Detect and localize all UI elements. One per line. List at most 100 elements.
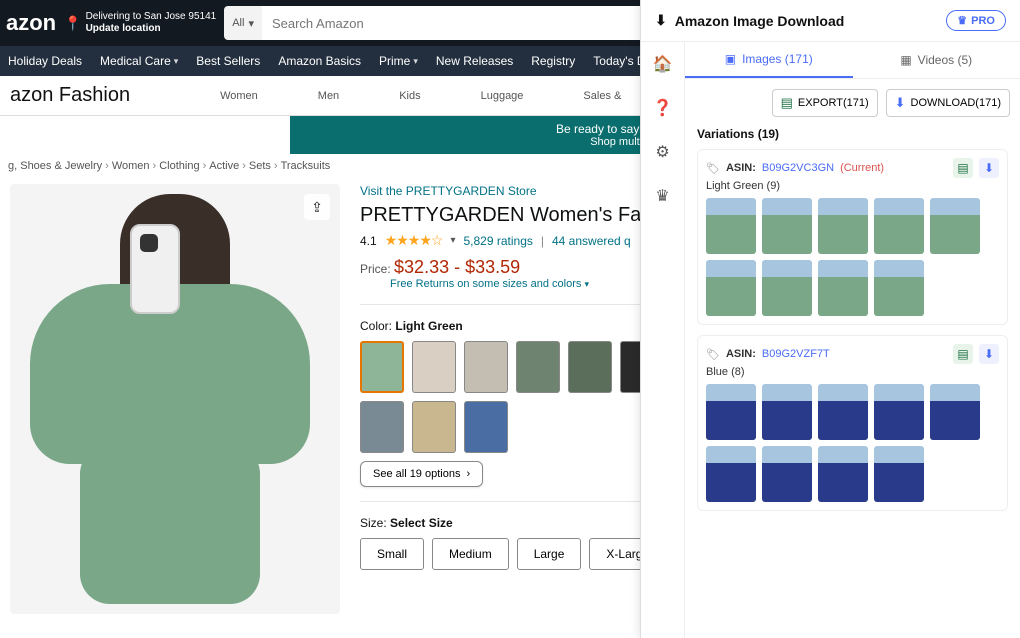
subnav-item[interactable]: Amazon Basics bbox=[278, 54, 361, 68]
search-category-dropdown[interactable]: All▾ bbox=[224, 6, 262, 40]
size-label: Size: bbox=[360, 516, 387, 530]
subnav-item[interactable]: Holiday Deals bbox=[8, 54, 82, 68]
product-main-image[interactable] bbox=[10, 184, 340, 614]
variation-thumbnail[interactable] bbox=[930, 198, 980, 254]
color-label: Color: bbox=[360, 319, 392, 333]
variation-thumbnail[interactable] bbox=[706, 260, 756, 316]
variation-thumbnail[interactable] bbox=[874, 384, 924, 440]
variation-thumbnail[interactable] bbox=[874, 260, 924, 316]
variation-thumbnail[interactable] bbox=[818, 446, 868, 502]
color-swatch[interactable] bbox=[360, 401, 404, 453]
tab-videos[interactable]: ▦ Videos (5) bbox=[853, 42, 1020, 78]
variation-thumbnail[interactable] bbox=[818, 384, 868, 440]
breadcrumb-link[interactable]: Tracksuits bbox=[281, 160, 331, 172]
color-swatch[interactable] bbox=[516, 341, 560, 393]
breadcrumb-link[interactable]: Women bbox=[112, 160, 150, 172]
color-swatch[interactable] bbox=[412, 341, 456, 393]
help-icon[interactable]: ❓ bbox=[653, 98, 673, 118]
image-icon: ▣ bbox=[725, 52, 736, 66]
color-swatch[interactable] bbox=[464, 401, 508, 453]
asin-value[interactable]: B09G2VC3GN bbox=[762, 162, 834, 174]
variation-thumbnail[interactable] bbox=[874, 198, 924, 254]
size-button[interactable]: Small bbox=[360, 538, 424, 570]
share-icon[interactable]: ⇪ bbox=[304, 194, 330, 220]
variation-thumbnail[interactable] bbox=[706, 446, 756, 502]
extension-sidebar: 🏠 ❓ ⚙ ♛ bbox=[641, 42, 685, 638]
tab-images[interactable]: ▣ Images (171) bbox=[685, 42, 853, 78]
variation-thumbnail[interactable] bbox=[930, 384, 980, 440]
deliver-line2: Update location bbox=[86, 23, 217, 35]
size-button[interactable]: Large bbox=[517, 538, 582, 570]
fashion-title: azon Fashion bbox=[10, 84, 130, 107]
breadcrumb-link[interactable]: Active bbox=[209, 160, 239, 172]
extension-title: ⬇ Amazon Image Download bbox=[655, 12, 844, 29]
pro-button[interactable]: ♛PRO bbox=[946, 10, 1006, 31]
color-swatch[interactable] bbox=[568, 341, 612, 393]
download-icon: ⬇ bbox=[655, 12, 667, 29]
excel-icon[interactable]: ▤ bbox=[953, 344, 973, 364]
home-icon[interactable]: 🏠 bbox=[653, 54, 673, 74]
breadcrumb-link[interactable]: g, Shoes & Jewelry bbox=[8, 160, 102, 172]
size-button[interactable]: Medium bbox=[432, 538, 509, 570]
fashion-category[interactable]: Luggage bbox=[481, 90, 524, 102]
tag-icon: 🏷 bbox=[706, 348, 720, 361]
chevron-down-icon: ▾ bbox=[413, 56, 418, 67]
variation-thumbnail[interactable] bbox=[762, 198, 812, 254]
export-button[interactable]: ▤EXPORT(171) bbox=[772, 89, 878, 117]
variation-thumbnail[interactable] bbox=[706, 198, 756, 254]
see-all-options-button[interactable]: See all 19 options› bbox=[360, 461, 483, 487]
download-icon[interactable]: ⬇ bbox=[979, 158, 999, 178]
download-icon[interactable]: ⬇ bbox=[979, 344, 999, 364]
variation-name: Blue (8) bbox=[706, 366, 999, 378]
chevron-down-icon: ▾ bbox=[174, 56, 179, 67]
variation-thumbnail[interactable] bbox=[874, 446, 924, 502]
ratings-link[interactable]: 5,829 ratings bbox=[463, 234, 532, 248]
excel-icon[interactable]: ▤ bbox=[953, 158, 973, 178]
variation-thumbnail[interactable] bbox=[762, 260, 812, 316]
variation-thumbnail[interactable] bbox=[706, 384, 756, 440]
fashion-category[interactable]: Sales & bbox=[583, 90, 621, 102]
deliver-line1: Delivering to San Jose 95141 bbox=[86, 11, 217, 23]
color-swatch[interactable] bbox=[412, 401, 456, 453]
price-value: $32.33 - $33.59 bbox=[394, 257, 520, 277]
subnav-item[interactable]: Medical Care▾ bbox=[100, 54, 178, 68]
download-button[interactable]: ⬇DOWNLOAD(171) bbox=[886, 89, 1010, 117]
variation-thumbnail[interactable] bbox=[818, 260, 868, 316]
extension-panel: ⬇ Amazon Image Download ♛PRO 🏠 ❓ ⚙ ♛ ▣ I… bbox=[640, 0, 1020, 638]
subnav-item[interactable]: New Releases bbox=[436, 54, 513, 68]
size-value: Select Size bbox=[390, 516, 453, 530]
deliver-to[interactable]: 📍 Delivering to San Jose 95141 Update lo… bbox=[64, 11, 216, 35]
color-swatch[interactable] bbox=[464, 341, 508, 393]
price-label: Price: bbox=[360, 262, 391, 276]
chevron-down-icon: ▾ bbox=[248, 17, 254, 30]
variation-thumbnail[interactable] bbox=[818, 198, 868, 254]
subnav-item[interactable]: Best Sellers bbox=[196, 54, 260, 68]
fashion-category[interactable]: Women bbox=[220, 90, 258, 102]
chevron-down-icon[interactable]: ▾ bbox=[450, 235, 455, 246]
gear-icon[interactable]: ⚙ bbox=[655, 142, 669, 162]
tag-icon: 🏷 bbox=[706, 162, 720, 175]
variation-block: 🏷 ASIN: B09G2VZF7T ▤ ⬇ Blue (8) bbox=[697, 335, 1008, 511]
current-badge: (Current) bbox=[840, 162, 884, 174]
chevron-down-icon: ▾ bbox=[584, 279, 589, 289]
amazon-logo[interactable]: azon bbox=[6, 10, 56, 36]
answered-questions-link[interactable]: 44 answered q bbox=[552, 234, 631, 248]
breadcrumb-link[interactable]: Clothing bbox=[159, 160, 199, 172]
asin-label: ASIN: bbox=[726, 348, 756, 360]
crown-icon[interactable]: ♛ bbox=[655, 186, 669, 206]
crown-icon: ♛ bbox=[957, 14, 967, 27]
excel-icon: ▤ bbox=[781, 95, 793, 111]
star-rating-icon[interactable]: ★★★★☆ bbox=[385, 232, 443, 249]
fashion-category[interactable]: Kids bbox=[399, 90, 420, 102]
variation-thumbnail[interactable] bbox=[762, 384, 812, 440]
fashion-category[interactable]: Men bbox=[318, 90, 339, 102]
color-swatch[interactable] bbox=[360, 341, 404, 393]
video-icon: ▦ bbox=[900, 53, 911, 67]
asin-value[interactable]: B09G2VZF7T bbox=[762, 348, 830, 360]
subnav-item[interactable]: Registry bbox=[531, 54, 575, 68]
variations-label: Variations (19) bbox=[685, 127, 1020, 149]
variation-thumbnail[interactable] bbox=[762, 446, 812, 502]
subnav-item[interactable]: Prime▾ bbox=[379, 54, 418, 68]
variation-block: 🏷ASIN:B09G2VC3GN(Current)▤⬇Light Green (… bbox=[697, 149, 1008, 325]
breadcrumb-link[interactable]: Sets bbox=[249, 160, 271, 172]
